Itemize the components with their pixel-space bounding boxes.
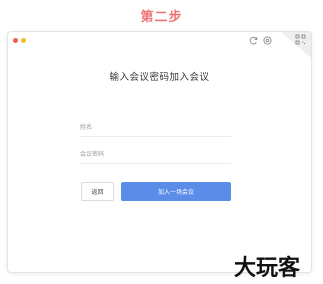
meeting-password-input[interactable]	[80, 147, 231, 161]
step-caption: 第二步	[140, 10, 183, 25]
password-field	[80, 145, 231, 164]
settings-icon[interactable]	[262, 35, 273, 46]
watermark-text: 大玩客	[234, 255, 301, 281]
name-input[interactable]	[80, 120, 231, 134]
app-window: 输入会议密码加入会议 返回 加入一场会议	[7, 31, 312, 273]
refresh-icon[interactable]	[248, 35, 259, 46]
minimize-window-button[interactable]	[21, 38, 26, 43]
watermark-logo: 大玩客	[234, 255, 301, 281]
join-meeting-button[interactable]: 加入一场会议	[121, 182, 231, 201]
close-window-button[interactable]	[13, 38, 18, 43]
title-bar	[8, 32, 311, 50]
page-heading: 输入会议密码加入会议	[109, 72, 210, 83]
name-field	[80, 118, 231, 137]
qr-code-corner[interactable]	[281, 32, 311, 58]
back-button[interactable]: 返回	[81, 182, 114, 201]
